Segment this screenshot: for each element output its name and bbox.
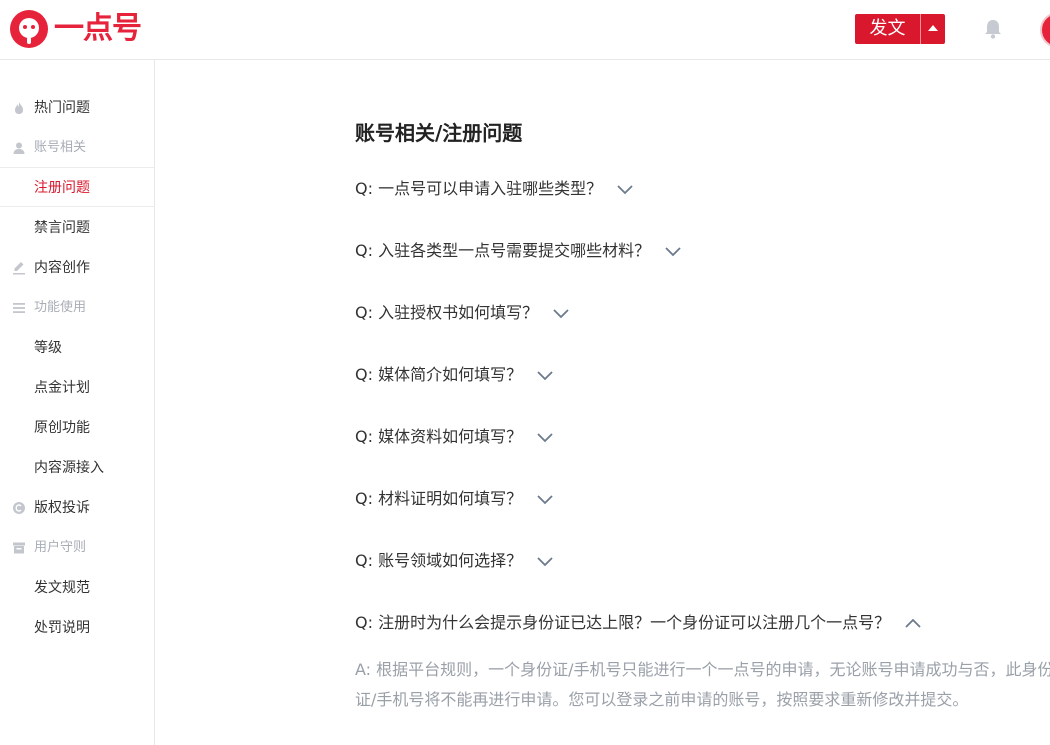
bell-icon[interactable] <box>983 18 1003 40</box>
page-title: 账号相关/注册问题 <box>355 121 523 145</box>
sidebar-group-features[interactable]: 功能使用 <box>0 288 154 328</box>
chevron-down-icon[interactable] <box>616 183 634 195</box>
sidebar-item-gold-plan[interactable]: 点金计划 <box>0 368 154 408</box>
main-content: 账号相关/注册问题 Q: 一点号可以申请入驻哪些类型？ Q: 入驻各类型一点号需… <box>155 60 1050 745</box>
faq-question: Q: 一点号可以申请入驻哪些类型？ <box>355 179 603 198</box>
faq-item[interactable]: Q: 媒体简介如何填写？ <box>355 360 554 390</box>
publish-dropdown-toggle[interactable] <box>920 14 945 44</box>
chevron-down-icon[interactable] <box>552 307 570 319</box>
faq-question: Q: 媒体资料如何填写？ <box>355 427 523 446</box>
faq-item[interactable]: Q: 入驻授权书如何填写？ <box>355 298 570 328</box>
sidebar-item-publish-rules[interactable]: 发文规范 <box>0 568 154 608</box>
top-header: 一点号 发文 <box>0 0 1050 60</box>
sidebar-group-user-rules[interactable]: 用户守则 <box>0 528 154 568</box>
faq-item[interactable]: Q: 媒体资料如何填写？ <box>355 422 554 452</box>
chevron-down-icon[interactable] <box>536 431 554 443</box>
publish-button-group: 发文 <box>855 14 945 44</box>
menu-icon <box>12 301 26 315</box>
copyright-icon <box>12 501 26 515</box>
faq-item-expanded[interactable]: Q: 注册时为什么会提示身份证已达上限？一个身份证可以注册几个一点号？ <box>355 608 922 638</box>
faq-question: Q: 入驻各类型一点号需要提交哪些材料？ <box>355 241 651 260</box>
avatar[interactable] <box>1040 12 1050 48</box>
sidebar-group-account[interactable]: 账号相关 <box>0 128 154 168</box>
sidebar-item-copyright-complaint[interactable]: 版权投诉 <box>0 488 154 528</box>
fire-icon <box>12 101 26 115</box>
sidebar-item-content-creation[interactable]: 内容创作 <box>0 248 154 288</box>
faq-item[interactable]: Q: 账号领域如何选择？ <box>355 546 554 576</box>
rules-icon <box>12 541 26 555</box>
logo[interactable]: 一点号 <box>10 10 142 48</box>
faq-question: Q: 注册时为什么会提示身份证已达上限？一个身份证可以注册几个一点号？ <box>355 613 891 632</box>
faq-item[interactable]: Q: 入驻各类型一点号需要提交哪些材料？ <box>355 236 682 266</box>
user-icon <box>12 141 26 155</box>
sidebar-item-mute[interactable]: 禁言问题 <box>0 208 154 248</box>
sidebar-item-level[interactable]: 等级 <box>0 328 154 368</box>
sidebar-item-content-source[interactable]: 内容源接入 <box>0 448 154 488</box>
sidebar-item-hot-questions[interactable]: 热门问题 <box>0 88 154 128</box>
sidebar: 热门问题 账号相关 注册问题 禁言问题 内容创作 功能使用 等级 点金计划 原创… <box>0 60 155 745</box>
faq-item[interactable]: Q: 一点号可以申请入驻哪些类型？ <box>355 174 634 204</box>
chevron-down-icon[interactable] <box>536 493 554 505</box>
logo-icon <box>10 10 48 48</box>
faq-item[interactable]: Q: 材料证明如何填写？ <box>355 484 554 514</box>
logo-text: 一点号 <box>54 11 142 46</box>
faq-question: Q: 入驻授权书如何填写？ <box>355 303 539 322</box>
publish-button[interactable]: 发文 <box>855 14 920 44</box>
chevron-up-icon[interactable] <box>904 617 922 629</box>
pen-icon <box>12 261 26 275</box>
sidebar-item-registration[interactable]: 注册问题 <box>0 167 154 207</box>
faq-question: Q: 材料证明如何填写？ <box>355 489 523 508</box>
chevron-down-icon[interactable] <box>536 555 554 567</box>
chevron-down-icon[interactable] <box>664 245 682 257</box>
sidebar-item-penalty[interactable]: 处罚说明 <box>0 608 154 648</box>
faq-question: Q: 账号领域如何选择？ <box>355 551 523 570</box>
sidebar-item-original[interactable]: 原创功能 <box>0 408 154 448</box>
chevron-down-icon[interactable] <box>536 369 554 381</box>
faq-answer: A: 根据平台规则，一个身份证/手机号只能进行一个一点号的申请，无论账号申请成功… <box>355 660 1050 709</box>
faq-question: Q: 媒体简介如何填写？ <box>355 365 523 384</box>
